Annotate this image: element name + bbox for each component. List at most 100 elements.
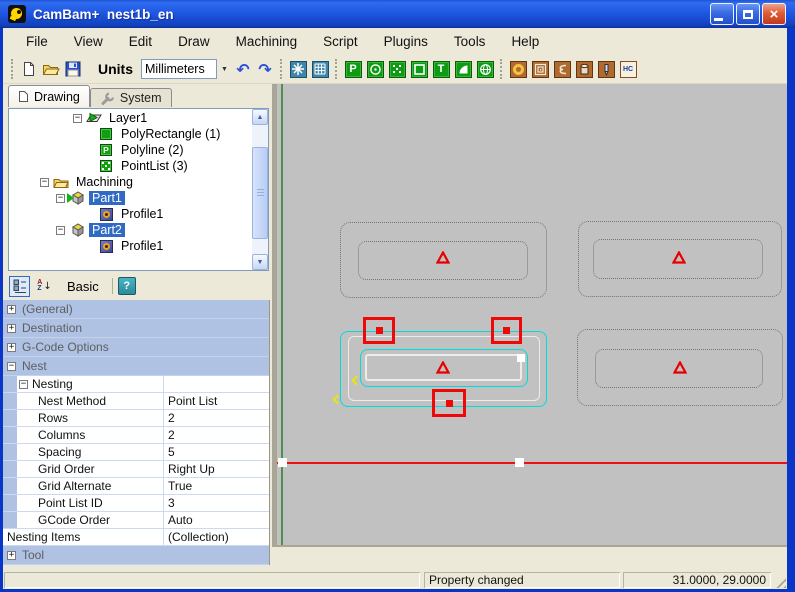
property-row-grid-alternate[interactable]: Grid Alternate True bbox=[3, 478, 269, 495]
draw-circle-button[interactable] bbox=[364, 57, 386, 81]
mop-drill-button[interactable] bbox=[573, 57, 595, 81]
category-gcode-options[interactable]: + G-Code Options bbox=[3, 338, 269, 357]
menu-draw[interactable]: Draw bbox=[165, 30, 223, 53]
snap-point-button[interactable] bbox=[287, 57, 309, 81]
property-row-nesting-group[interactable]: − Nesting bbox=[3, 376, 269, 393]
origin-handle[interactable] bbox=[278, 458, 287, 467]
view-mode-label[interactable]: Basic bbox=[67, 279, 99, 294]
selected-point-marker[interactable] bbox=[491, 317, 522, 344]
redo-icon: ↷ bbox=[254, 60, 276, 79]
collapse-icon[interactable]: − bbox=[56, 226, 65, 235]
property-row-grid-order[interactable]: Grid Order Right Up bbox=[3, 461, 269, 478]
draw-rectangle-button[interactable] bbox=[408, 57, 430, 81]
property-row-point-list-id[interactable]: Point List ID 3 bbox=[3, 495, 269, 512]
property-row-nest-method[interactable]: Nest Method Point List bbox=[3, 393, 269, 410]
expand-icon[interactable]: + bbox=[7, 343, 16, 352]
alphabetical-sort-button[interactable]: AZ ↓ bbox=[34, 276, 55, 297]
collapse-icon[interactable]: − bbox=[40, 178, 49, 187]
resize-grip[interactable] bbox=[772, 574, 786, 588]
property-row-spacing[interactable]: Spacing 5 bbox=[3, 444, 269, 461]
open-file-icon bbox=[42, 62, 60, 77]
property-row-columns[interactable]: Columns 2 bbox=[3, 427, 269, 444]
mop-lathe-button[interactable] bbox=[595, 57, 617, 81]
menu-help[interactable]: Help bbox=[498, 30, 552, 53]
units-combobox[interactable]: Millimeters bbox=[141, 59, 217, 79]
tree-item-profile1[interactable]: Profile1 bbox=[9, 206, 268, 222]
scroll-up-button[interactable]: ▲ bbox=[252, 109, 268, 125]
tree-item-profile2[interactable]: Profile1 bbox=[9, 238, 268, 254]
chevron-down-icon: ▼ bbox=[221, 66, 228, 73]
mop-profile-button[interactable] bbox=[507, 57, 529, 81]
tree-scrollbar[interactable]: ▲ ▼ bbox=[252, 109, 268, 270]
tab-system[interactable]: System bbox=[90, 88, 172, 107]
toolbar-separator bbox=[112, 278, 113, 294]
property-row-rows[interactable]: Rows 2 bbox=[3, 410, 269, 427]
tree-item-pointlist[interactable]: PointList (3) bbox=[9, 158, 268, 174]
mop-heightcut-icon: HC bbox=[620, 61, 637, 78]
category-tool[interactable]: + Tool bbox=[3, 546, 269, 565]
y-axis-line bbox=[281, 84, 283, 545]
toolbar-grip[interactable] bbox=[11, 59, 14, 79]
collapse-icon[interactable]: − bbox=[56, 194, 65, 203]
maximize-button[interactable] bbox=[736, 3, 760, 25]
scroll-down-button[interactable]: ▼ bbox=[252, 254, 268, 270]
menu-machining[interactable]: Machining bbox=[223, 30, 311, 53]
close-button[interactable]: × bbox=[762, 3, 786, 25]
category-nest[interactable]: − Nest bbox=[3, 357, 269, 376]
scrollbar-thumb[interactable] bbox=[252, 147, 268, 239]
menu-edit[interactable]: Edit bbox=[116, 30, 165, 53]
menu-plugins[interactable]: Plugins bbox=[371, 30, 441, 53]
toolbar-grip[interactable] bbox=[335, 59, 338, 79]
profile-icon bbox=[98, 207, 114, 221]
app-logo-icon bbox=[8, 5, 26, 23]
undo-icon: ↶ bbox=[232, 60, 254, 79]
minimize-button[interactable] bbox=[710, 3, 734, 25]
expand-icon[interactable]: + bbox=[7, 551, 16, 560]
property-row-gcode-order[interactable]: GCode Order Auto bbox=[3, 512, 269, 529]
menu-file[interactable]: File bbox=[13, 30, 61, 53]
draw-arc-button[interactable] bbox=[452, 57, 474, 81]
collapse-icon[interactable]: − bbox=[7, 362, 16, 371]
selection-handle[interactable] bbox=[517, 354, 525, 362]
open-file-button[interactable] bbox=[40, 57, 62, 81]
categorized-view-button[interactable] bbox=[9, 276, 30, 297]
expand-icon[interactable]: + bbox=[7, 305, 16, 314]
menu-view[interactable]: View bbox=[61, 30, 116, 53]
category-general[interactable]: + (General) bbox=[3, 300, 269, 319]
menu-script[interactable]: Script bbox=[310, 30, 371, 53]
collapse-icon[interactable]: − bbox=[19, 380, 28, 389]
units-dropdown-button[interactable]: ▼ bbox=[217, 59, 232, 79]
toolbar-grip[interactable] bbox=[280, 59, 283, 79]
draw-text-icon: T bbox=[433, 61, 450, 78]
selected-point-marker[interactable] bbox=[432, 389, 466, 417]
save-file-button[interactable] bbox=[62, 57, 84, 81]
tree-item-polyrectangle[interactable]: PolyRectangle (1) bbox=[9, 126, 268, 142]
category-destination[interactable]: + Destination bbox=[3, 319, 269, 338]
draw-polyline-button[interactable]: P bbox=[342, 57, 364, 81]
tree-item-layer1[interactable]: − Layer1 bbox=[9, 110, 268, 126]
mop-engrave-button[interactable] bbox=[551, 57, 573, 81]
axis-handle[interactable] bbox=[515, 458, 524, 467]
redo-button[interactable]: ↷ bbox=[254, 57, 276, 81]
new-file-button[interactable] bbox=[18, 57, 40, 81]
mop-pocket-button[interactable] bbox=[529, 57, 551, 81]
mop-heightcut-button[interactable]: HC bbox=[617, 57, 639, 81]
undo-button[interactable]: ↶ bbox=[232, 57, 254, 81]
draw-surface-button[interactable] bbox=[474, 57, 496, 81]
menu-tools[interactable]: Tools bbox=[441, 30, 499, 53]
draw-pointlist-button[interactable] bbox=[386, 57, 408, 81]
draw-text-button[interactable]: T bbox=[430, 57, 452, 81]
drawing-canvas[interactable] bbox=[272, 84, 787, 547]
tree-item-machining[interactable]: − Machining bbox=[9, 174, 268, 190]
snap-grid-button[interactable] bbox=[309, 57, 331, 81]
tree-item-part2[interactable]: − Part2 bbox=[9, 222, 268, 238]
expand-icon[interactable]: + bbox=[7, 324, 16, 333]
tree-item-polyline[interactable]: P Polyline (2) bbox=[9, 142, 268, 158]
selected-point-marker[interactable] bbox=[363, 317, 395, 344]
toolbar-grip[interactable] bbox=[500, 59, 503, 79]
property-row-nesting-items[interactable]: Nesting Items (Collection) bbox=[3, 529, 269, 546]
collapse-icon[interactable]: − bbox=[73, 114, 82, 123]
tab-drawing[interactable]: Drawing bbox=[8, 85, 90, 107]
tree-item-part1[interactable]: − Part1 bbox=[9, 190, 268, 206]
help-button[interactable]: ? bbox=[118, 277, 136, 295]
